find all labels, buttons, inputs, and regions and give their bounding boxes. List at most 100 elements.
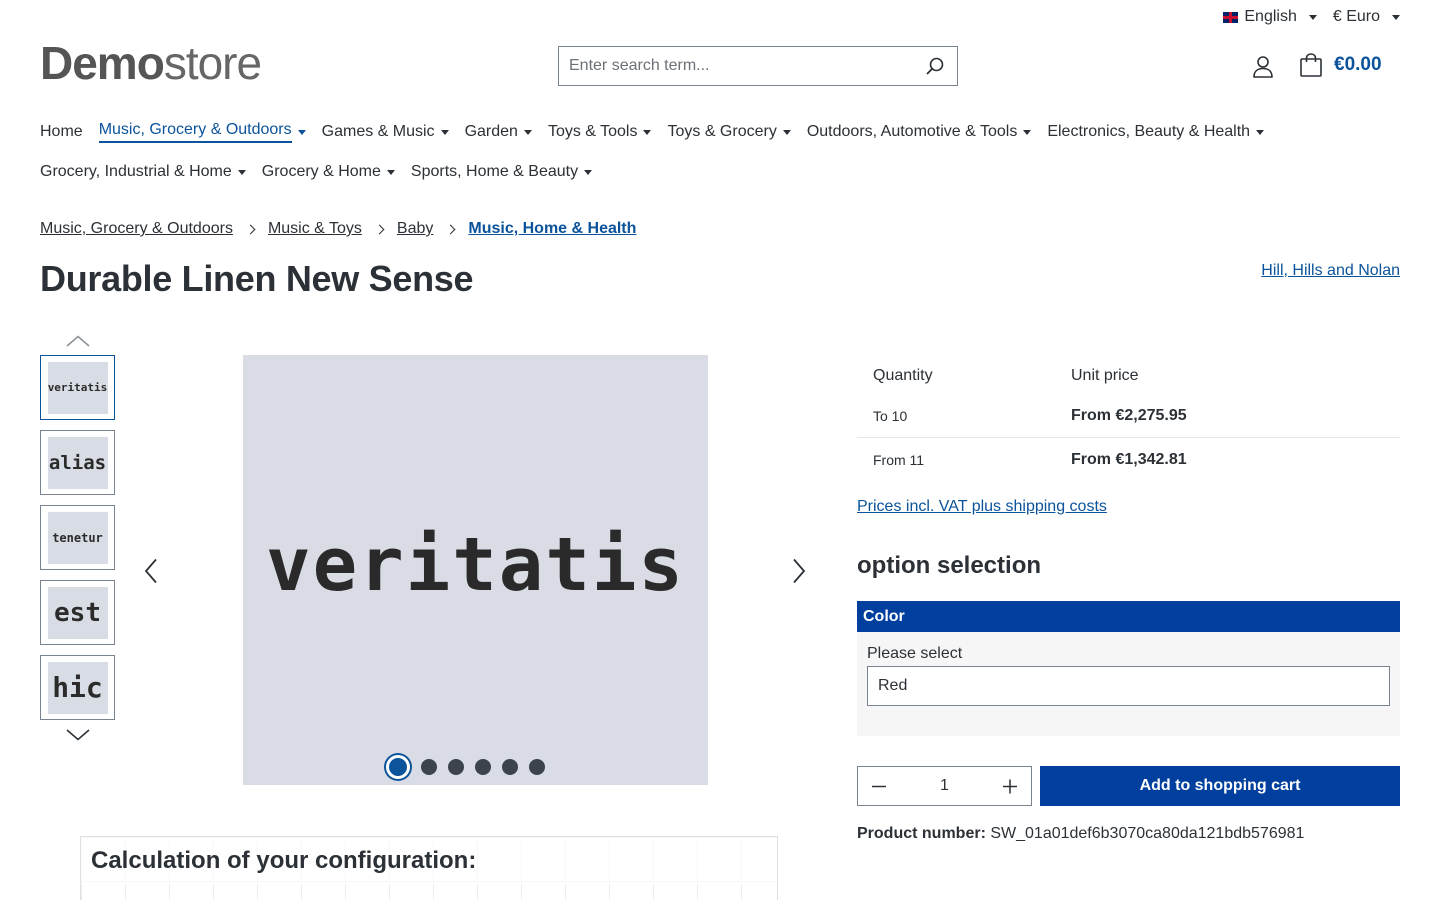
color-select-label: Please select — [867, 645, 963, 662]
nav-item-grocery-industrial-home[interactable]: Grocery, Industrial & Home — [40, 152, 246, 192]
thumbnail-4[interactable]: est — [40, 580, 115, 645]
nav-item-label: Grocery & Home — [261, 163, 381, 180]
search-icon — [926, 57, 944, 75]
option-selection-title: option selection — [857, 552, 1042, 579]
nav-item-outdoors-automotive-tools[interactable]: Outdoors, Automotive & Tools — [807, 112, 1032, 152]
thumbnail-1[interactable]: veritatis — [40, 355, 115, 420]
cart-button[interactable]: €0.00 — [1298, 52, 1382, 78]
nav-item-toys-tools[interactable]: Toys & Tools — [548, 112, 652, 152]
add-to-cart-button[interactable]: Add to shopping cart — [1040, 766, 1400, 806]
cart-total: €0.00 — [1334, 54, 1382, 75]
topbar: English € Euro — [1223, 8, 1400, 26]
quantity-decrease-button[interactable] — [858, 767, 900, 805]
thumbnail-slider: veritatis alias tenetur est hic — [40, 330, 115, 746]
chevron-right-icon — [445, 224, 456, 234]
main-navigation: Home Music, Grocery & Outdoors Games & M… — [40, 112, 1400, 192]
gallery-prev-button[interactable] — [138, 556, 164, 586]
chevron-down-icon — [65, 729, 90, 741]
product-number-value: SW_01a01def6b3070ca80da121bdb576981 — [990, 825, 1305, 842]
nav-item-label: Sports, Home & Beauty — [410, 163, 579, 180]
chevron-down-icon — [386, 169, 395, 175]
manufacturer-link[interactable]: Hill, Hills and Nolan — [1261, 262, 1400, 280]
gallery-dots — [386, 755, 545, 779]
nav-item-sports-home-beauty[interactable]: Sports, Home & Beauty — [410, 152, 593, 192]
search-form — [558, 46, 958, 86]
plus-icon — [1003, 779, 1017, 794]
gallery-dot[interactable] — [448, 759, 464, 775]
chevron-left-icon — [144, 558, 157, 584]
color-option-box: Color Please select Red — [857, 601, 1400, 736]
chevron-down-icon — [584, 169, 593, 175]
nav-item-toys-grocery[interactable]: Toys & Grocery — [667, 112, 791, 152]
account-button[interactable] — [1250, 54, 1276, 80]
chevron-down-icon — [643, 129, 652, 135]
thumbnail-image: hic — [47, 661, 108, 714]
chevron-down-icon — [1392, 14, 1400, 20]
chevron-down-icon — [440, 129, 449, 135]
gallery-dot[interactable] — [475, 759, 491, 775]
nav-item-label: Garden — [464, 123, 518, 140]
color-select[interactable]: Red — [867, 666, 1390, 706]
breadcrumb-link[interactable]: Baby — [397, 220, 433, 238]
thumbnail-image: veritatis — [47, 361, 108, 414]
search-button[interactable] — [913, 47, 957, 85]
price-row-quantity: To 10 — [873, 407, 908, 424]
currency-dropdown[interactable]: € Euro — [1333, 8, 1400, 26]
unit-price-header: Unit price — [1071, 367, 1139, 384]
breadcrumb-link[interactable]: Music, Grocery & Outdoors — [40, 220, 233, 238]
nav-item-label: Electronics, Beauty & Health — [1047, 123, 1251, 140]
thumbnail-image: alias — [47, 436, 108, 489]
nav-item-games-music[interactable]: Games & Music — [322, 112, 449, 152]
quantity-increase-button[interactable] — [989, 767, 1031, 805]
minus-icon — [872, 785, 886, 788]
chevron-down-icon — [297, 129, 306, 135]
nav-item-label: Music, Grocery & Outdoors — [98, 121, 292, 143]
product-number: Product number: SW_01a01def6b3070ca80da1… — [857, 825, 1304, 843]
gallery-dot[interactable] — [386, 755, 410, 779]
nav-item-electronics-beauty-health[interactable]: Electronics, Beauty & Health — [1047, 112, 1265, 152]
nav-item-label: Grocery, Industrial & Home — [40, 163, 232, 180]
language-label: English — [1244, 8, 1297, 25]
thumbnail-2[interactable]: alias — [40, 430, 115, 495]
user-icon — [1253, 56, 1273, 78]
breadcrumb-link[interactable]: Music & Toys — [268, 220, 362, 238]
price-table: Quantity Unit price To 10 From €2,275.95… — [857, 358, 1400, 481]
nav-item-label: Games & Music — [321, 123, 435, 140]
price-table-header: Quantity Unit price — [857, 358, 1400, 394]
price-row-value: From €2,275.95 — [1071, 406, 1187, 424]
price-row-value: From €1,342.81 — [1071, 450, 1187, 468]
price-row: To 10 From €2,275.95 — [857, 394, 1400, 438]
chevron-down-icon — [523, 129, 532, 135]
gallery-next-button[interactable] — [786, 556, 812, 586]
thumbnail-3[interactable]: tenetur — [40, 505, 115, 570]
gallery-dot[interactable] — [421, 759, 437, 775]
nav-item-music-grocery-outdoors[interactable]: Music, Grocery & Outdoors — [98, 112, 306, 152]
gallery-dot[interactable] — [502, 759, 518, 775]
quantity-header: Quantity — [873, 367, 933, 384]
chevron-down-icon — [237, 169, 246, 175]
thumbnail-image: est — [47, 586, 108, 639]
main-image-text: veritatis — [266, 522, 685, 608]
search-input[interactable] — [559, 47, 913, 85]
configuration-calculation-panel: Calculation of your configuration: — [80, 836, 778, 900]
thumbnail-next-button[interactable] — [40, 724, 115, 746]
language-dropdown[interactable]: English — [1223, 8, 1317, 26]
nav-item-label: Toys & Tools — [547, 123, 638, 140]
chevron-right-icon — [245, 224, 256, 234]
product-number-label: Product number: — [857, 825, 986, 842]
thumbnail-prev-button[interactable] — [40, 330, 115, 352]
chevron-right-icon — [374, 224, 385, 234]
nav-item-garden[interactable]: Garden — [465, 112, 532, 152]
product-main-image[interactable]: veritatis — [243, 355, 708, 785]
nav-item-label: Home — [40, 123, 83, 140]
breadcrumb-current[interactable]: Music, Home & Health — [468, 220, 636, 238]
shopping-bag-icon — [1300, 53, 1322, 77]
vat-shipping-link[interactable]: Prices incl. VAT plus shipping costs — [857, 498, 1107, 516]
quantity-value[interactable]: 1 — [900, 777, 989, 795]
thumbnail-5[interactable]: hic — [40, 655, 115, 720]
nav-item-grocery-home[interactable]: Grocery & Home — [262, 152, 395, 192]
nav-item-home[interactable]: Home — [40, 112, 83, 152]
chevron-down-icon — [782, 129, 791, 135]
gallery-dot[interactable] — [529, 759, 545, 775]
store-logo[interactable]: Demostore — [40, 38, 262, 88]
